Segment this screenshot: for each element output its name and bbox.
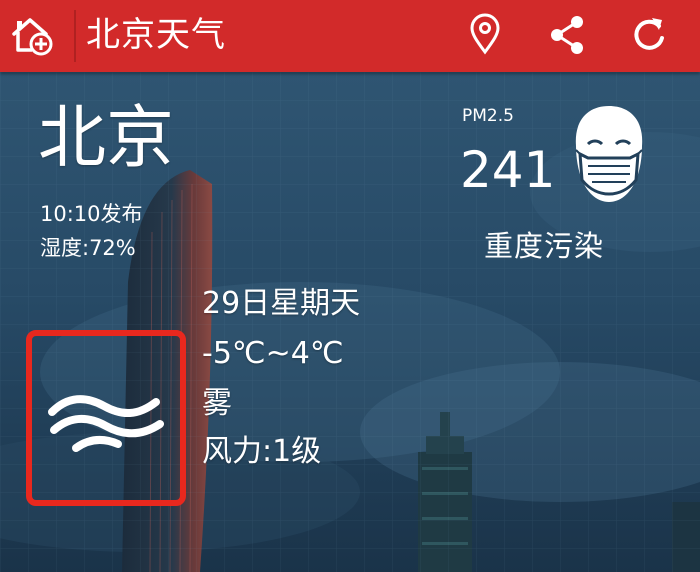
home-add-icon[interactable] [8,12,58,58]
face-mask-icon [566,100,652,206]
fog-icon [46,382,168,458]
city-name: 北京 [38,99,175,178]
humidity: 湿度:72% [40,236,136,260]
pm25-value: 241 [460,141,556,199]
weather-screen: 北京天气 北京 10:10发布 湿度:72% PM2.5 241 重度污染 29… [0,0,700,572]
page-title: 北京天气 [86,15,226,55]
temperature-range: -5℃~4℃ [202,336,344,371]
pollution-level: 重度污染 [484,229,605,263]
forecast-date: 29日星期天 [202,286,361,321]
share-icon[interactable] [544,12,590,58]
toolbar-divider [74,10,76,62]
refresh-icon[interactable] [626,12,672,58]
wind-level: 风力:1级 [202,434,322,469]
publish-time: 10:10发布 [40,202,143,226]
weather-condition-box [26,330,186,506]
pm25-label: PM2.5 [462,106,514,126]
app-toolbar: 北京天气 [0,0,700,72]
location-pin-icon[interactable] [462,12,508,58]
weather-condition: 雾 [202,386,232,421]
